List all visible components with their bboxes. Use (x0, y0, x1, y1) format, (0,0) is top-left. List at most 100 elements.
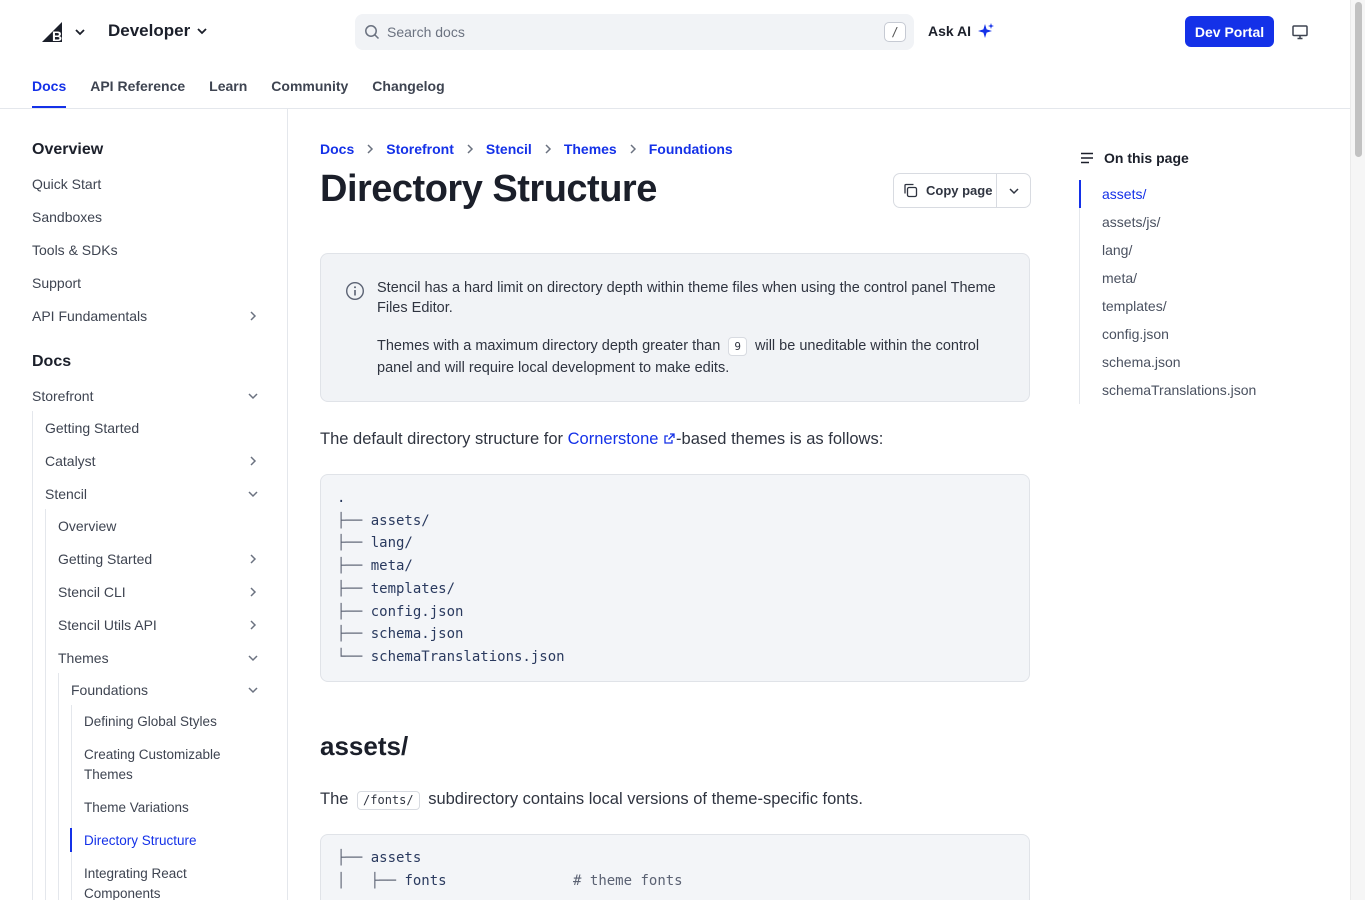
tree-entry: lang/ (370, 535, 413, 552)
tree-entry: schemaTranslations.json (370, 648, 565, 665)
tree-root: . (337, 490, 346, 506)
sidebar-item-quick-start[interactable]: Quick Start (32, 174, 101, 194)
copy-page-button[interactable]: Copy page (894, 174, 998, 207)
toc-item-schema-translations-json[interactable]: schemaTranslations.json (1102, 382, 1256, 398)
assets-tree-code: ├── assets │ ├── fonts # theme fonts (337, 850, 683, 889)
cornerstone-link-label: Cornerstone (567, 430, 659, 448)
chevron-right-icon[interactable] (246, 585, 260, 599)
copy-page-label: Copy page (926, 183, 993, 198)
chevron-down-icon[interactable] (246, 683, 260, 697)
code-block-assets-tree: ├── assets │ ├── fonts # theme fonts (320, 834, 1030, 900)
sidebar-item-foundations[interactable]: Foundations (71, 680, 148, 700)
dev-portal-button[interactable]: Dev Portal (1185, 16, 1274, 47)
scrollbar-thumb[interactable] (1355, 2, 1362, 157)
search-shortcut-key: / (884, 22, 906, 42)
cornerstone-link[interactable]: Cornerstone (568, 430, 676, 448)
sidebar-item-integrating-react-components[interactable]: Integrating React Components (84, 864, 254, 900)
search-box[interactable]: / (355, 14, 914, 50)
ask-ai-button[interactable]: Ask AI (928, 22, 995, 40)
chevron-right-icon[interactable] (246, 309, 260, 323)
tab-community[interactable]: Community (271, 64, 348, 108)
toc-heading: On this page (1080, 150, 1189, 166)
sidebar-item-stencil-utils-api[interactable]: Stencil Utils API (58, 615, 157, 635)
tree-entry: schema.json (370, 626, 464, 643)
theme-toggle-monitor-icon[interactable] (1291, 23, 1309, 41)
toc-item-meta[interactable]: meta/ (1102, 270, 1137, 286)
info-callout: Stencil has a hard limit on directory de… (320, 253, 1030, 402)
toc-item-templates[interactable]: templates/ (1102, 298, 1167, 314)
sidebar-tree-line (71, 705, 72, 900)
inline-code: /fonts/ (357, 791, 420, 810)
sidebar-item-theme-variations[interactable]: Theme Variations (84, 798, 189, 818)
breadcrumb-themes[interactable]: Themes (564, 141, 617, 157)
chevron-right-icon (364, 143, 376, 155)
callout-text-2: Themes with a maximum directory depth gr… (377, 335, 1007, 379)
tree-entry: fonts (404, 872, 447, 889)
tree-entry: assets (370, 850, 422, 866)
code-block-directory-tree: . ├── assets/ ├── lang/ ├── meta/ ├── te… (320, 474, 1030, 682)
brand-label: Developer (108, 21, 191, 40)
chevron-down-icon (1009, 187, 1019, 194)
sidebar-item-creating-customizable-themes[interactable]: Creating Customizable Themes (84, 745, 254, 785)
sidebar-item-storefront[interactable]: Storefront (32, 386, 93, 406)
list-icon (1081, 152, 1093, 164)
copy-page-dropdown[interactable] (997, 174, 1030, 207)
directory-tree-code: . ├── assets/ ├── lang/ ├── meta/ ├── te… (337, 490, 565, 665)
intro-paragraph: The default directory structure for Corn… (320, 430, 883, 449)
sidebar-item-tools-sdks[interactable]: Tools & SDKs (32, 240, 118, 260)
chevron-right-icon[interactable] (246, 618, 260, 632)
toc-item-lang[interactable]: lang/ (1102, 242, 1132, 258)
breadcrumb-foundations[interactable]: Foundations (649, 141, 733, 157)
primary-nav: Docs API Reference Learn Community Chang… (32, 64, 445, 108)
search-input[interactable] (387, 14, 867, 50)
sidebar-item-defining-global-styles[interactable]: Defining Global Styles (84, 712, 217, 732)
intro-text: The default directory structure for (320, 430, 564, 448)
breadcrumb-stencil[interactable]: Stencil (486, 141, 532, 157)
sidebar-item-stencil[interactable]: Stencil (45, 484, 87, 504)
intro-text-after: -based themes is as follows: (676, 430, 884, 448)
sidebar-item-api-fundamentals[interactable]: API Fundamentals (32, 306, 147, 326)
toc-item-schema-json[interactable]: schema.json (1102, 354, 1181, 370)
toc-item-assets-js[interactable]: assets/js/ (1102, 214, 1160, 230)
tree-entry: assets/ (370, 512, 430, 529)
tab-changelog[interactable]: Changelog (372, 64, 444, 108)
developer-menu[interactable]: Developer (108, 21, 208, 41)
page-scrollbar[interactable] (1350, 0, 1365, 900)
chevron-right-icon[interactable] (246, 454, 260, 468)
external-link-icon (664, 433, 675, 444)
sidebar-item-catalyst[interactable]: Catalyst (45, 451, 96, 471)
breadcrumb-storefront[interactable]: Storefront (386, 141, 454, 157)
toc-title: On this page (1104, 150, 1189, 166)
breadcrumb-docs[interactable]: Docs (320, 141, 354, 157)
assets-paragraph: The /fonts/ subdirectory contains local … (320, 790, 863, 810)
tab-learn[interactable]: Learn (209, 64, 247, 108)
sidebar-item-support[interactable]: Support (32, 273, 81, 293)
chevron-down-icon[interactable] (246, 487, 260, 501)
sidebar-item-sandboxes[interactable]: Sandboxes (32, 207, 102, 227)
sidebar-item-directory-structure[interactable]: Directory Structure (84, 831, 197, 851)
tab-docs[interactable]: Docs (32, 64, 67, 108)
sidebar-tree-line (32, 411, 33, 900)
chevron-down-icon[interactable] (246, 389, 260, 403)
toc-item-config-json[interactable]: config.json (1102, 326, 1169, 342)
section-heading-assets: assets/ (320, 731, 409, 761)
code-comment: # theme fonts (573, 872, 683, 889)
sidebar-item-stencil-getting-started[interactable]: Getting Started (58, 549, 152, 569)
chevron-down-icon[interactable] (246, 651, 260, 665)
search-icon (365, 25, 380, 40)
sidebar-item-getting-started[interactable]: Getting Started (45, 418, 139, 438)
chevron-right-icon[interactable] (246, 552, 260, 566)
tab-api-reference[interactable]: API Reference (90, 64, 185, 108)
sidebar-item-stencil-overview[interactable]: Overview (58, 516, 116, 536)
chevron-down-icon[interactable] (73, 22, 87, 42)
bigcommerce-logo-icon[interactable]: B (40, 18, 68, 46)
ask-ai-label: Ask AI (928, 23, 972, 39)
chevron-down-icon (197, 28, 207, 35)
inline-code: 9 (728, 337, 747, 356)
toc-item-assets[interactable]: assets/ (1102, 186, 1146, 202)
callout-text-1: Stencil has a hard limit on directory de… (377, 280, 996, 316)
sidebar-tree-line (58, 673, 59, 900)
tree-entry: config.json (370, 603, 464, 620)
sidebar-item-stencil-cli[interactable]: Stencil CLI (58, 582, 126, 602)
sidebar-item-themes[interactable]: Themes (58, 648, 109, 668)
